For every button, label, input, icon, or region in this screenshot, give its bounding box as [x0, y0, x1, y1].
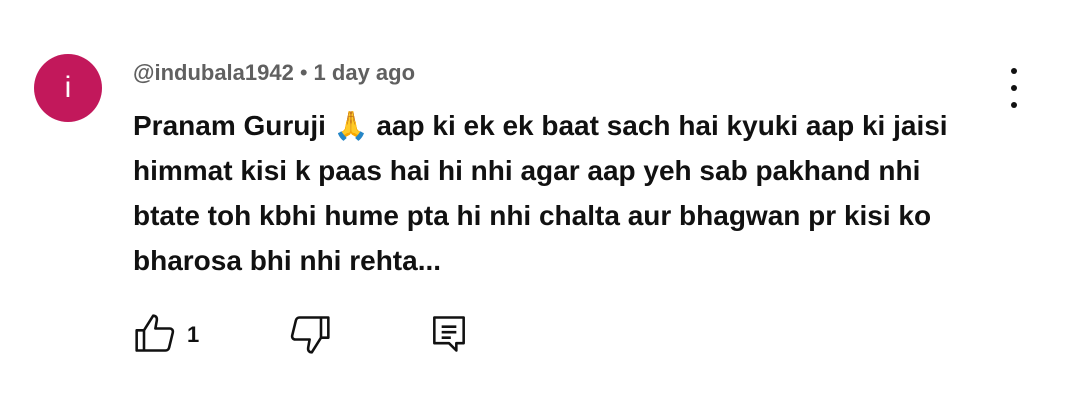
avatar[interactable]: i: [34, 54, 102, 122]
thumb-down-icon: [290, 316, 330, 354]
like-button[interactable]: [133, 312, 177, 361]
comment-text: Pranam Guruji 🙏 aap ki ek ek baat sach h…: [133, 110, 948, 276]
separator-dot: •: [299, 60, 308, 85]
reply-button[interactable]: [427, 312, 471, 361]
like-count: 1: [187, 322, 200, 347]
thumb-up-icon: [135, 314, 175, 352]
more-vert-icon: [1011, 68, 1017, 74]
comment-header: @indubala1942 • 1 day ago: [133, 60, 415, 86]
avatar-letter: i: [64, 71, 72, 104]
timestamp[interactable]: 1 day ago: [314, 60, 415, 85]
more-options-button[interactable]: [1000, 68, 1028, 108]
author-handle[interactable]: @indubala1942: [133, 60, 294, 85]
more-vert-icon-dot: [1011, 85, 1017, 91]
more-vert-icon-dot: [1011, 102, 1017, 108]
dislike-button[interactable]: [288, 312, 332, 361]
comment-actions: 1: [133, 312, 533, 356]
reply-comment-icon: [433, 316, 465, 352]
comment-card: i @indubala1942 • 1 day ago Pranam Guruji …: [0, 0, 1080, 413]
